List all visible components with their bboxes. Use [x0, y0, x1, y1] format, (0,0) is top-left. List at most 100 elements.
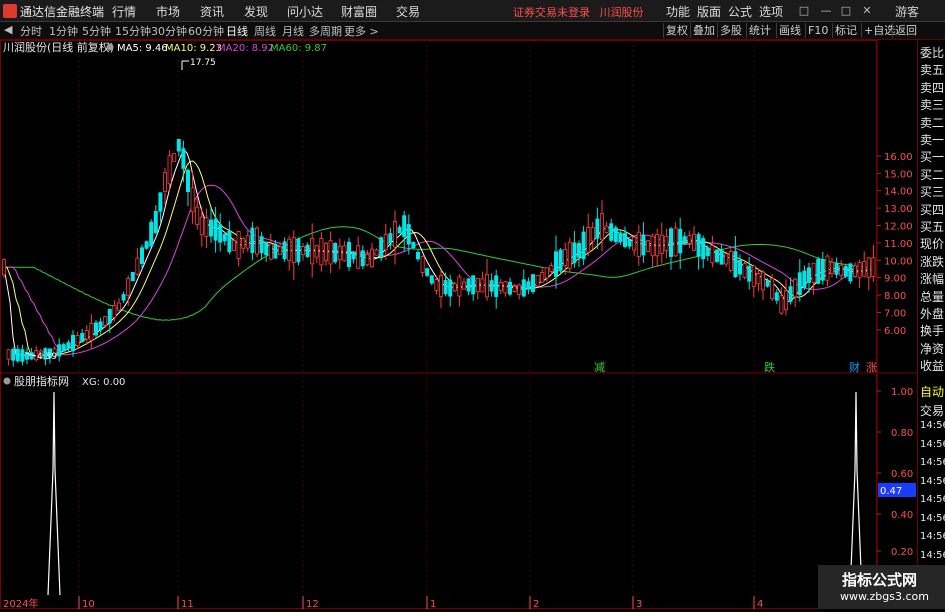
indicator-settings-icon[interactable]	[106, 43, 114, 51]
candle-body	[788, 286, 793, 302]
menu-wealth[interactable]: 财富圈	[341, 3, 377, 20]
candle-body	[489, 280, 494, 292]
draw-line-button[interactable]: 画线	[776, 23, 803, 38]
tab-5min[interactable]: 5分钟	[82, 23, 111, 39]
kline-chart-svg[interactable]: 16.0015.0014.0013.0012.0011.0010.009.008…	[0, 40, 917, 610]
tab-15min[interactable]: 15分钟	[115, 23, 151, 39]
candle-body	[682, 236, 687, 245]
tab-more[interactable]: 更多 >	[344, 23, 379, 39]
menu-news[interactable]: 资讯	[200, 3, 224, 20]
side-panel-item[interactable]: 卖二	[920, 114, 944, 131]
side-panel-item[interactable]: 卖一	[920, 131, 944, 148]
candle-body	[415, 252, 420, 260]
maximize-icon[interactable]: □	[838, 3, 854, 19]
candle-body	[94, 322, 99, 336]
side-panel-item[interactable]: 外盘	[920, 305, 944, 322]
tab-intraday[interactable]: 分时	[20, 23, 42, 39]
marker-finance[interactable]: 财	[849, 360, 860, 374]
side-panel-time-item: 14:56	[920, 512, 945, 524]
return-button[interactable]: 返回	[892, 23, 919, 38]
side-panel-item[interactable]: 卖三	[920, 96, 944, 113]
side-panel-item[interactable]: 卖五	[920, 61, 944, 78]
f10-button[interactable]: F10	[805, 23, 830, 38]
side-panel-item[interactable]: 涨跌	[920, 253, 944, 270]
multi-stock-button[interactable]: 多股	[717, 23, 744, 38]
tab-60min[interactable]: 60分钟	[188, 23, 224, 39]
side-panel-item[interactable]: 买二	[920, 166, 944, 183]
candle-body	[227, 230, 232, 253]
tab-30min[interactable]: 30分钟	[151, 23, 187, 39]
menu-discover[interactable]: 发现	[244, 3, 268, 20]
tab-monthly[interactable]: 月线	[282, 23, 304, 39]
user-name[interactable]: 游客	[895, 3, 919, 20]
candle-body	[218, 224, 223, 243]
candle-body	[581, 231, 586, 260]
candle-body	[273, 243, 278, 259]
menu-trade[interactable]: 交易	[396, 3, 420, 20]
candle-body	[231, 240, 236, 251]
side-panel-item[interactable]: 总量	[920, 288, 944, 305]
side-panel-item[interactable]: 现价	[920, 235, 944, 252]
side-panel-item[interactable]: 涨幅	[920, 270, 944, 287]
candle-body	[535, 274, 540, 287]
side-panel-item[interactable]: 买一	[920, 148, 944, 165]
candle-body	[853, 265, 858, 277]
mark-button[interactable]: 标记	[832, 23, 859, 38]
side-panel-item[interactable]: 委比	[920, 44, 944, 61]
candle-body	[742, 263, 747, 278]
menu-options[interactable]: 选项	[759, 3, 783, 20]
menu-ask[interactable]: 问小达	[287, 3, 323, 20]
menu-layout[interactable]: 版面	[697, 3, 721, 20]
candle-body	[590, 227, 595, 242]
marker-fall[interactable]: 跌	[764, 360, 775, 374]
side-panel-time-item: 14:56	[920, 438, 945, 450]
marker-rise[interactable]: 涨	[866, 361, 877, 374]
side-panel-item[interactable]: 买四	[920, 201, 944, 218]
statistics-button[interactable]: 统计	[746, 23, 773, 38]
side-panel-item[interactable]: 买五	[920, 218, 944, 235]
side-panel-trade-item[interactable]: 交易	[920, 402, 944, 419]
candle-body	[314, 245, 319, 258]
candle-body	[466, 278, 471, 292]
chart-area[interactable]: 16.00 15.00 14.00 13.00 12.00 11.00 10.00 9.00 8…	[0, 40, 917, 610]
candle-body	[360, 250, 365, 267]
overlay-button[interactable]: 叠加	[690, 23, 717, 38]
side-panel-item[interactable]: 买三	[920, 183, 944, 200]
side-panel-item[interactable]: 换手	[920, 322, 944, 339]
marker-reduce[interactable]: 减	[594, 361, 605, 374]
period-toolbar: ◀ 分时 1分钟 5分钟 15分钟 30分钟 60分钟 日线 周线 月线 多周期…	[0, 22, 945, 40]
candle-body	[692, 233, 697, 251]
menu-formula[interactable]: 公式	[728, 3, 752, 20]
candle-body	[107, 309, 112, 324]
candle-body	[222, 233, 227, 242]
side-panel-trade-item[interactable]: 自动	[920, 383, 944, 400]
back-arrow-icon[interactable]: ◀	[4, 23, 12, 36]
tab-multi-period[interactable]: 多周期	[309, 23, 342, 39]
candle-body	[236, 231, 241, 260]
x-axis-month-label: 1	[430, 599, 436, 609]
candle-body	[112, 305, 117, 318]
indicator-tick-label: 0.20	[891, 547, 913, 558]
menu-quotes[interactable]: 行情	[112, 3, 136, 20]
minimize-icon[interactable]: —	[818, 3, 834, 19]
tab-weekly[interactable]: 周线	[254, 23, 276, 39]
indicator-pane-settings-icon[interactable]	[3, 377, 11, 385]
lock-icon[interactable]: □	[796, 3, 812, 19]
candle-body	[2, 259, 7, 276]
side-panel-item[interactable]: 卖四	[920, 79, 944, 96]
tab-daily[interactable]: 日线	[226, 23, 248, 39]
adjust-button[interactable]: 复权	[663, 23, 690, 38]
menu-function[interactable]: 功能	[666, 3, 690, 20]
candle-body	[98, 321, 103, 331]
x-axis-month-label: 10	[82, 599, 95, 609]
candle-body	[374, 249, 379, 256]
side-panel-item[interactable]: 收益	[920, 357, 944, 374]
side-panel-item[interactable]: 净资	[920, 340, 944, 357]
tab-1min[interactable]: 1分钟	[49, 23, 78, 39]
close-icon[interactable]: ✕	[859, 3, 875, 19]
menu-market[interactable]: 市场	[156, 3, 180, 20]
candle-body	[75, 334, 80, 346]
low-price-label: 4.39	[37, 352, 57, 362]
site-watermark: 指标公式网 www.zbgs3.com	[818, 565, 945, 609]
trade-login-notice[interactable]: 证券交易未登录 川润股份	[513, 4, 644, 20]
